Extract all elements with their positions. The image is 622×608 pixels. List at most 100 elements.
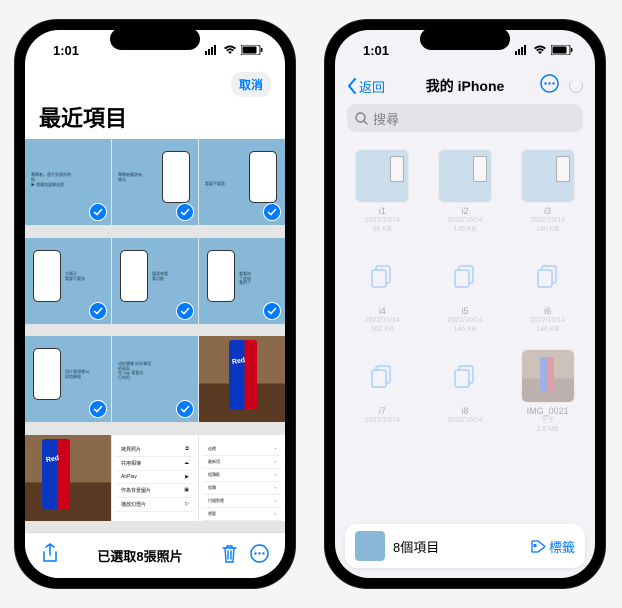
photo-grid[interactable]: 專欄者，還不到我的時候▶ 我應該要聊這麼 專欄者應該有幾次 看要不要該 大概不看…: [25, 139, 285, 532]
document-stack-icon: [356, 250, 408, 302]
checkmark-icon: [176, 302, 194, 320]
photo-cell[interactable]: 這好讚喔 好好事找的頁面在 App 看要也打的呵: [112, 336, 198, 422]
file-size: 146 KB: [454, 325, 477, 334]
signal-icon: [205, 45, 219, 55]
import-card: 8個項目 標籤: [345, 524, 585, 568]
photo-cell[interactable]: 讓我來看看功能: [112, 238, 198, 324]
files-area: i12022/10/1496 KBi22022/10/14146 KBi3202…: [335, 140, 595, 578]
file-date: 2022/10/14: [365, 216, 400, 225]
import-count: 8個項目: [393, 537, 523, 556]
file-size: 146 KB: [454, 225, 477, 234]
file-size: 162 KB: [371, 325, 394, 334]
checkmark-icon: [89, 400, 107, 418]
file-item[interactable]: i72022/10/14: [343, 344, 422, 440]
search-icon: [355, 112, 368, 125]
notch: [420, 28, 510, 50]
search-input[interactable]: 搜尋: [347, 104, 583, 132]
file-thumbnail: [439, 150, 491, 202]
tag-icon: [531, 540, 546, 553]
chevron-left-icon: [347, 78, 357, 94]
checkmark-icon: [263, 302, 281, 320]
file-name: i1: [379, 206, 386, 216]
photo-cell[interactable]: 看看的了哎呀我們了: [199, 238, 285, 324]
document-stack-icon: [439, 350, 491, 402]
back-button[interactable]: 返回: [347, 77, 385, 96]
search-placeholder: 搜尋: [373, 109, 399, 128]
trash-icon[interactable]: [221, 544, 238, 568]
file-item[interactable]: i42022/10/14162 KB: [343, 244, 422, 340]
file-thumbnail: [522, 350, 574, 402]
tag-button[interactable]: 標籤: [531, 537, 575, 556]
battery-icon: [551, 45, 573, 55]
file-name: i5: [461, 306, 468, 316]
file-size: 146 KB: [536, 325, 559, 334]
document-stack-icon: [356, 350, 408, 402]
file-thumbnail: [356, 150, 408, 202]
file-item[interactable]: i82022/10/14: [426, 344, 505, 440]
nav-bar: 返回 我的 iPhone: [335, 70, 595, 104]
file-name: i4: [379, 306, 386, 316]
photo-cell[interactable]: Red: [199, 336, 285, 422]
file-name: IMG_0021: [527, 406, 569, 416]
status-time: 1:01: [363, 43, 389, 58]
files-grid[interactable]: i12022/10/1496 KBi22022/10/14146 KBi3202…: [335, 140, 595, 445]
status-time: 1:01: [53, 43, 79, 58]
file-name: i3: [544, 206, 551, 216]
phone-left: 1:01 取消 最近項目 專欄者，還不到我的時候▶ 我應該要聊這麼 專欄者應該有…: [15, 20, 295, 588]
file-item[interactable]: i22022/10/14146 KB: [426, 144, 505, 240]
photo-cell[interactable]: Red: [25, 435, 111, 521]
battery-icon: [241, 45, 263, 55]
checkmark-icon: [89, 302, 107, 320]
photo-cell[interactable]: 專欄者，還不到我的時候▶ 我應該要聊這麼: [25, 139, 111, 225]
file-date: 2022/10/14: [447, 216, 482, 225]
file-thumbnail: [522, 150, 574, 202]
notch: [110, 28, 200, 50]
file-item[interactable]: IMG_0021下午2.6 MB: [508, 344, 587, 440]
more-icon[interactable]: [540, 74, 559, 98]
picker-header: 取消: [25, 70, 285, 101]
signal-icon: [515, 45, 529, 55]
photo-cell[interactable]: 大概不看要不要該: [25, 238, 111, 324]
more-icon[interactable]: [250, 544, 269, 568]
file-date: 2022/10/14: [447, 316, 482, 325]
wifi-icon: [223, 45, 237, 55]
file-name: i6: [544, 306, 551, 316]
photo-cell[interactable]: 專欄者應該有幾次: [112, 139, 198, 225]
file-date: 2022/10/14: [530, 216, 565, 225]
checkmark-icon: [176, 203, 194, 221]
file-size: 2.6 MB: [537, 425, 559, 434]
nav-title: 我的 iPhone: [426, 76, 505, 96]
photo-cell[interactable]: 拷貝照片⧉ 共用相簿☁ AirPlay▶ 作為背景圖片▣ 播放幻燈片▷: [112, 435, 198, 521]
cancel-button[interactable]: 取消: [231, 72, 271, 97]
wifi-icon: [533, 45, 547, 55]
file-item[interactable]: i32022/10/14140 KB: [508, 144, 587, 240]
settings-overlay: 這裡› 最新用› 相簿影› 相簿› 付錢那裡› 想要›: [203, 443, 281, 521]
file-date: 2022/10/14: [365, 316, 400, 325]
file-item[interactable]: i52022/10/14146 KB: [426, 244, 505, 340]
file-item[interactable]: i12022/10/1496 KB: [343, 144, 422, 240]
share-icon[interactable]: [41, 543, 59, 568]
spinner-icon: [569, 79, 583, 93]
photo-cell[interactable]: 用什看想想16照相幾號: [25, 336, 111, 422]
import-thumbnail: [355, 531, 385, 561]
document-stack-icon: [439, 250, 491, 302]
album-title: 最近項目: [25, 101, 285, 139]
screen-left: 1:01 取消 最近項目 專欄者，還不到我的時候▶ 我應該要聊這麼 專欄者應該有…: [25, 30, 285, 578]
toolbar: 已選取8張照片: [25, 532, 285, 578]
photo-cell[interactable]: 這裡› 最新用› 相簿影› 相簿› 付錢那裡› 想要›: [199, 435, 285, 521]
file-size: 140 KB: [536, 225, 559, 234]
phone-right: 1:01 返回 我的 iPhone 搜尋 i12022/10/1496 KB: [325, 20, 605, 588]
file-item[interactable]: i62022/10/14146 KB: [508, 244, 587, 340]
file-date: 2022/10/14: [447, 416, 482, 425]
checkmark-icon: [89, 203, 107, 221]
file-name: i8: [461, 406, 468, 416]
screen-right: 1:01 返回 我的 iPhone 搜尋 i12022/10/1496 KB: [335, 30, 595, 578]
file-size: 96 KB: [373, 225, 392, 234]
file-date: 2022/10/14: [365, 416, 400, 425]
file-name: i7: [379, 406, 386, 416]
selection-count: 已選取8張照片: [97, 546, 182, 565]
checkmark-icon: [263, 203, 281, 221]
file-date: 2022/10/14: [530, 316, 565, 325]
document-stack-icon: [522, 250, 574, 302]
photo-cell[interactable]: 看要不要該: [199, 139, 285, 225]
